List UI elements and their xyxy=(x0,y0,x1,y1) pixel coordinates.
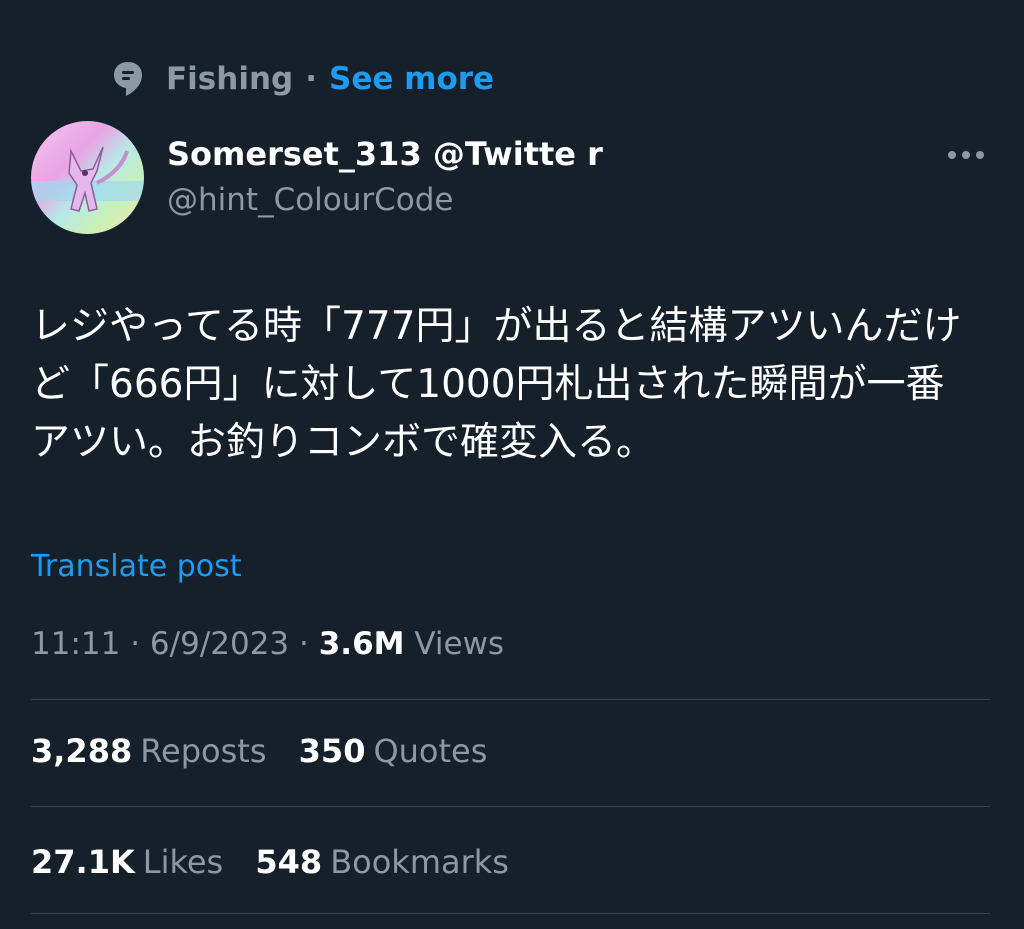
likes-stat[interactable]: 27.1K Likes xyxy=(31,843,223,881)
user-handle[interactable]: @hint_ColourCode xyxy=(167,178,603,222)
divider xyxy=(31,913,990,914)
avatar[interactable] xyxy=(31,121,144,234)
views-label: Views xyxy=(414,626,505,662)
meta-separator: · xyxy=(130,626,141,662)
translate-post-link[interactable]: Translate post xyxy=(31,545,242,589)
quotes-label: Quotes xyxy=(373,732,488,770)
topic-link[interactable]: Fishing xyxy=(166,61,293,97)
see-more-link[interactable]: See more xyxy=(329,61,494,97)
reposts-count: 3,288 xyxy=(31,732,133,770)
more-options-button[interactable] xyxy=(944,140,988,170)
topic-context: Fishing · See more xyxy=(112,57,494,101)
post-date[interactable]: 6/9/2023 xyxy=(150,626,289,662)
quotes-stat[interactable]: 350 Quotes xyxy=(299,732,488,770)
display-name[interactable]: Somerset_313 @Twitte r xyxy=(167,132,603,176)
divider xyxy=(31,699,990,700)
post-text: レジやってる時「777円」が出ると結構アツいんだけど「666円」に対して1000… xyxy=(31,304,962,465)
reposts-label: Reposts xyxy=(140,732,267,770)
post-detail: Fishing · See more Somerset_313 @Twitte … xyxy=(0,0,1024,929)
quotes-count: 350 xyxy=(298,732,366,770)
divider xyxy=(31,806,990,807)
engagement-row-2: 27.1K Likes 548 Bookmarks xyxy=(31,840,531,884)
likes-count: 27.1K xyxy=(31,843,135,881)
more-icon xyxy=(948,151,984,159)
topic-icon xyxy=(112,59,146,99)
separator: · xyxy=(305,61,317,97)
post-meta: 11:11 · 6/9/2023 · 3.6M Views xyxy=(31,622,504,666)
engagement-row-1: 3,288 Reposts 350 Quotes xyxy=(31,729,509,773)
reposts-stat[interactable]: 3,288 Reposts xyxy=(31,732,266,770)
views-count: 3.6M xyxy=(318,626,405,662)
bookmarks-count: 548 xyxy=(255,843,323,881)
bookmarks-label: Bookmarks xyxy=(330,843,509,881)
meta-separator: · xyxy=(299,626,309,662)
post-time[interactable]: 11:11 xyxy=(31,626,120,662)
bookmarks-stat[interactable]: 548 Bookmarks xyxy=(255,843,509,881)
author-block[interactable]: Somerset_313 @Twitte r @hint_ColourCode xyxy=(167,132,603,222)
likes-label: Likes xyxy=(142,843,224,881)
